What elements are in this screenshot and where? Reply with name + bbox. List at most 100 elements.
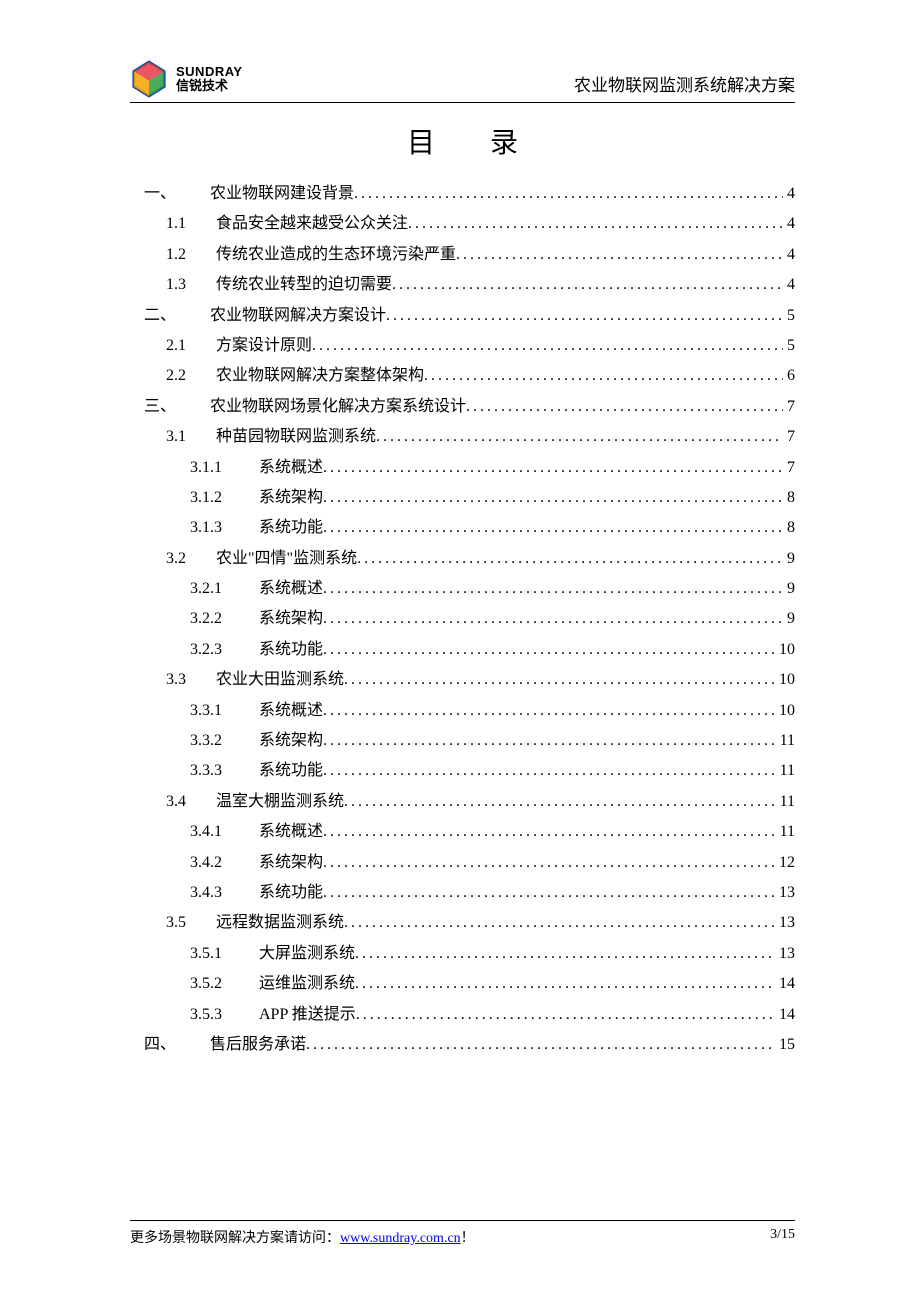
toc-entry-page: 13 [775, 939, 795, 969]
sundray-logo-icon [130, 60, 168, 98]
toc-leader-dots [355, 939, 775, 969]
toc-entry-label: 系统概述 [259, 817, 323, 847]
toc-entry-number: 3.4 [166, 787, 206, 817]
toc-entry[interactable]: 3.4.1 系统概述 11 [130, 817, 795, 847]
toc-entry-label: 农业大田监测系统 [216, 665, 344, 695]
toc-entry-page: 4 [783, 240, 795, 270]
toc-entry-number: 3.5.3 [190, 1000, 245, 1030]
toc-entry[interactable]: 2.1方案设计原则5 [130, 331, 795, 361]
toc-entry[interactable]: 3.4.3系统功能13 [130, 878, 795, 908]
toc-entry-number: 3.3 [166, 665, 206, 695]
toc-entry-number: 3.2.1 [190, 574, 245, 604]
toc-entry[interactable]: 3.1.1系统概述7 [130, 453, 795, 483]
toc-leader-dots [323, 483, 783, 513]
toc-entry-number: 二、 [144, 301, 192, 331]
toc-entry[interactable]: 3.2.1系统概述9 [130, 574, 795, 604]
toc-entry[interactable]: 二、农业物联网解决方案设计5 [130, 301, 795, 331]
toc-entry[interactable]: 2.2农业物联网解决方案整体架构6 [130, 361, 795, 391]
toc-entry-number: 一、 [144, 179, 192, 209]
toc-entry-label: 方案设计原则 [216, 331, 312, 361]
toc-entry-page: 13 [775, 908, 795, 938]
toc-entry-page: 11 [776, 756, 795, 786]
document-title: 农业物联网监测系统解决方案 [574, 71, 795, 98]
toc-entry-label: 农业物联网场景化解决方案系统设计 [210, 392, 466, 422]
toc-entry[interactable]: 1.1食品安全越来越受公众关注4 [130, 209, 795, 239]
toc-entry-label: 运维监测系统 [259, 969, 355, 999]
toc-leader-dots [312, 331, 783, 361]
toc-entry[interactable]: 3.3.1系统概述10 [130, 696, 795, 726]
toc-entry[interactable]: 3.5.1大屏监测系统13 [130, 939, 795, 969]
toc-entry[interactable]: 3.1.3 系统功能 8 [130, 513, 795, 543]
toc-entry-label: 系统架构 [259, 726, 323, 756]
toc-entry-page: 11 [776, 817, 795, 847]
toc-entry-number: 3.3.3 [190, 756, 245, 786]
toc-entry[interactable]: 3.3农业大田监测系统10 [130, 665, 795, 695]
toc-entry-label: 系统架构 [259, 848, 323, 878]
toc-leader-dots [392, 270, 783, 300]
toc-entry-number: 3.5.1 [190, 939, 245, 969]
toc-leader-dots [323, 696, 775, 726]
toc-entry-number: 3.1.2 [190, 483, 245, 513]
toc-entry[interactable]: 3.5远程数据监测系统13 [130, 908, 795, 938]
toc-entry[interactable]: 3.1.2 系统架构 8 [130, 483, 795, 513]
footer-link[interactable]: www.sundray.com.cn [340, 1231, 461, 1246]
toc-leader-dots [344, 665, 775, 695]
toc-entry[interactable]: 3.3.3系统功能11 [130, 756, 795, 786]
toc-heading: 目 录 [130, 121, 795, 161]
toc-entry-label: 传统农业转型的迫切需要 [216, 270, 392, 300]
toc-entry[interactable]: 3.5.3APP 推送提示14 [130, 1000, 795, 1030]
toc-entry-page: 14 [775, 1000, 795, 1030]
toc-entry-label: 系统功能 [259, 513, 323, 543]
toc-entry-label: 系统架构 [259, 483, 323, 513]
toc-entry-page: 9 [783, 604, 795, 634]
toc-entry[interactable]: 3.2农业"四情"监测系统9 [130, 544, 795, 574]
toc-leader-dots [386, 301, 783, 331]
toc-entry-number: 3.3.2 [190, 726, 245, 756]
toc-entry[interactable]: 3.2.2系统架构9 [130, 604, 795, 634]
toc-entry-number: 1.2 [166, 240, 206, 270]
toc-leader-dots [323, 756, 776, 786]
toc-entry[interactable]: 3.5.2运维监测系统14 [130, 969, 795, 999]
toc-entry-number: 3.1.1 [190, 453, 245, 483]
toc-entry-page: 4 [783, 179, 795, 209]
toc-entry[interactable]: 3.1种苗园物联网监测系统7 [130, 422, 795, 452]
toc-entry[interactable]: 3.2.3系统功能10 [130, 635, 795, 665]
toc-entry-page: 11 [776, 726, 795, 756]
toc-entry-label: 种苗园物联网监测系统 [216, 422, 376, 452]
toc-entry-page: 10 [775, 635, 795, 665]
toc-entry-page: 11 [776, 787, 795, 817]
toc-entry-label: 传统农业造成的生态环境污染严重 [216, 240, 456, 270]
toc-entry[interactable]: 三、农业物联网场景化解决方案系统设计7 [130, 392, 795, 422]
toc-leader-dots [323, 574, 783, 604]
toc-entry-page: 8 [783, 483, 795, 513]
toc-entry-number: 3.1.3 [190, 513, 245, 543]
toc-leader-dots [408, 209, 783, 239]
footer-prefix: 更多场景物联网解决方案请访问： [130, 1231, 340, 1246]
toc-entry-label: 系统概述 [259, 453, 323, 483]
toc-entry[interactable]: 3.3.2 系统架构 11 [130, 726, 795, 756]
toc-leader-dots [323, 848, 775, 878]
toc-leader-dots [323, 453, 783, 483]
toc-entry-label: 系统概述 [259, 696, 323, 726]
toc-entry-label: 系统架构 [259, 604, 323, 634]
toc-entry[interactable]: 一、农业物联网建设背景 4 [130, 179, 795, 209]
toc-entry-label: 农业物联网解决方案设计 [210, 301, 386, 331]
toc-leader-dots [466, 392, 783, 422]
toc-entry[interactable]: 3.4.2系统架构12 [130, 848, 795, 878]
toc-entry-page: 5 [783, 331, 795, 361]
toc-entry-number: 3.2.3 [190, 635, 245, 665]
toc-leader-dots [456, 240, 783, 270]
toc-entry[interactable]: 1.3传统农业转型的迫切需要4 [130, 270, 795, 300]
toc-entry[interactable]: 四、售后服务承诺15 [130, 1030, 795, 1060]
toc-entry-page: 13 [775, 878, 795, 908]
toc-entry-page: 8 [783, 513, 795, 543]
toc-entry-number: 3.4.1 [190, 817, 245, 847]
toc-entry-label: 农业物联网解决方案整体架构 [216, 361, 424, 391]
toc-leader-dots [357, 544, 783, 574]
toc-entry-label: 农业物联网建设背景 [210, 179, 354, 209]
toc-entry-number: 3.5.2 [190, 969, 245, 999]
toc-entry[interactable]: 1.2 传统农业造成的生态环境污染严重 4 [130, 240, 795, 270]
toc-entry-number: 3.1 [166, 422, 206, 452]
toc-entry[interactable]: 3.4温室大棚监测系统11 [130, 787, 795, 817]
toc-leader-dots [356, 1000, 775, 1030]
